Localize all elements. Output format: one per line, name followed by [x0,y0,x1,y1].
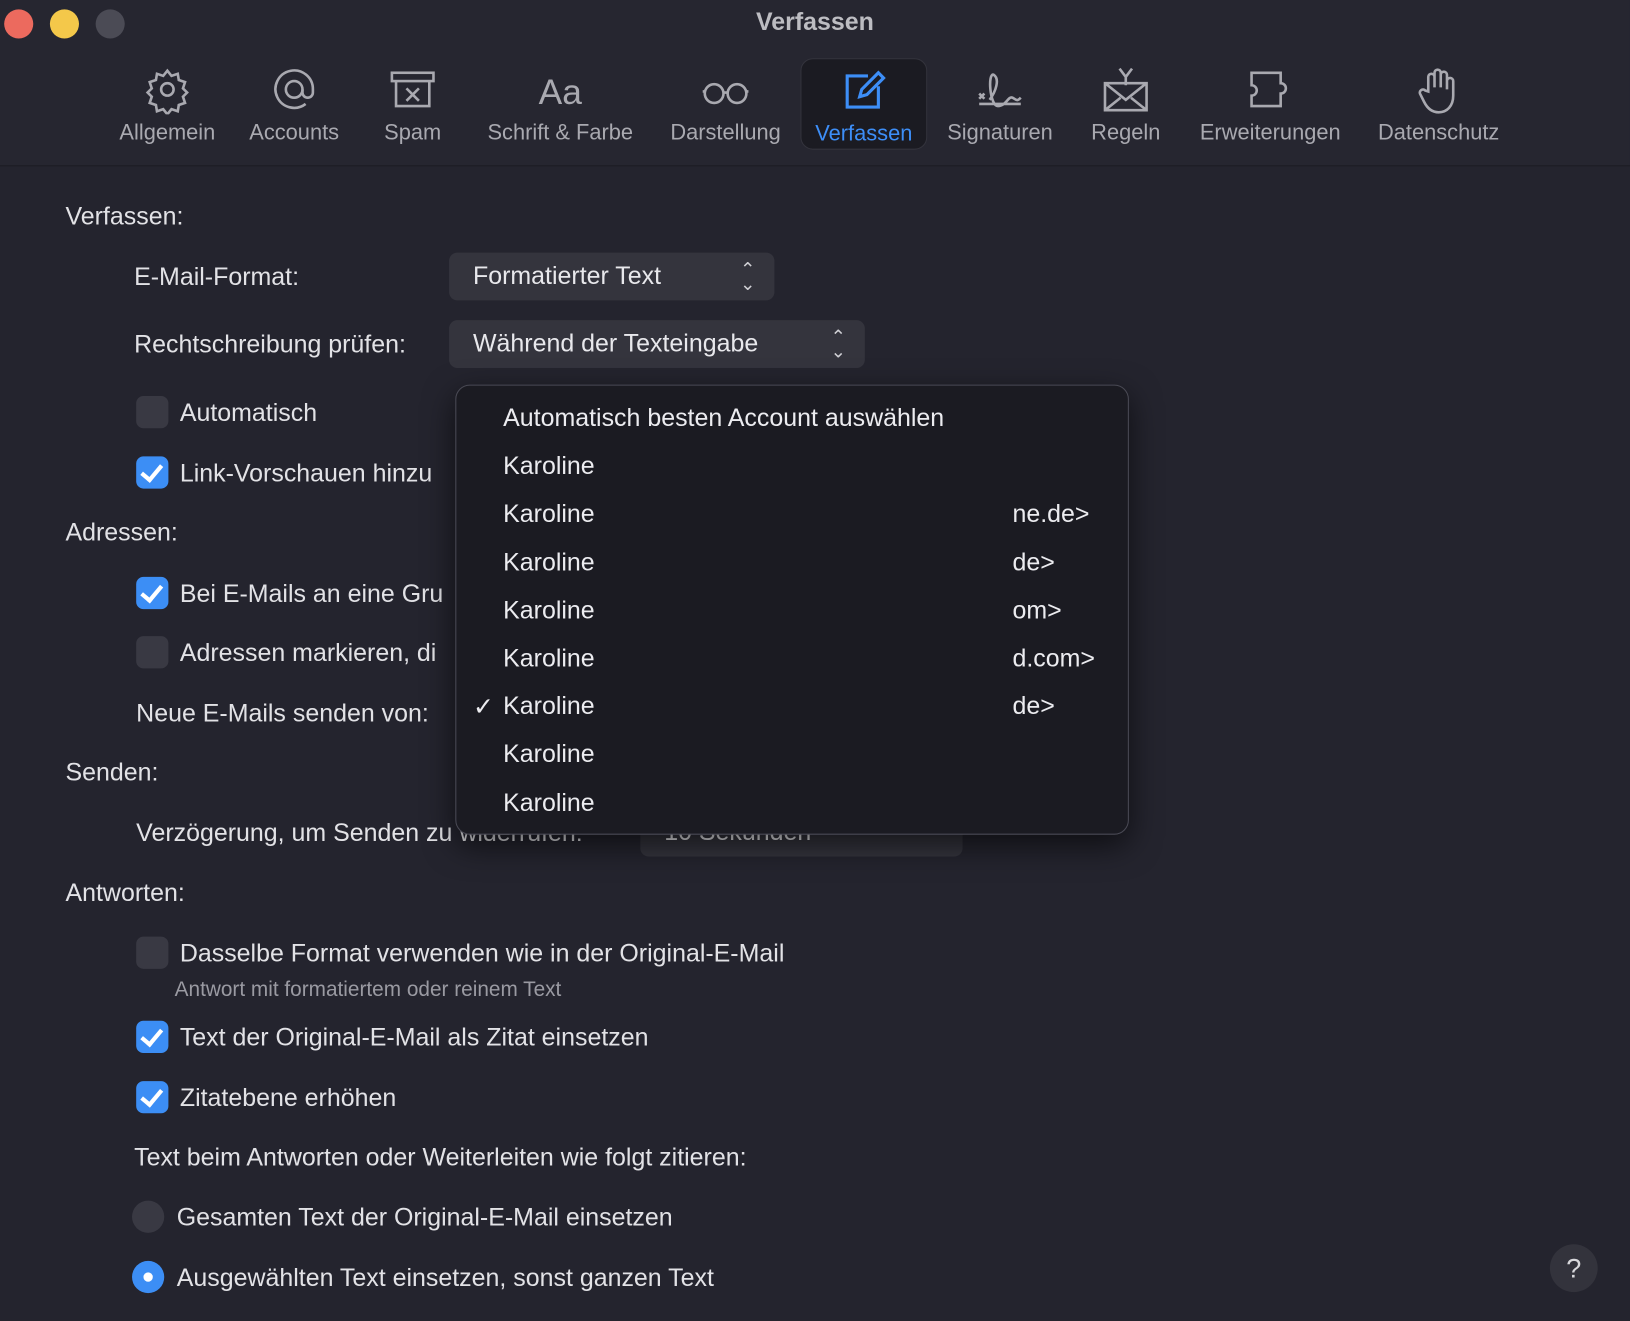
chevron-updown-icon: ⌃ ⌄ [830,326,847,362]
menu-item-name: Karoline [503,644,595,673]
menu-item[interactable]: Karoline d.com> [456,638,1128,680]
tab-schrift-farbe[interactable]: Aa Schrift & Farbe [476,58,644,149]
hand-icon [1418,68,1455,114]
quote-mode-label: Text beim Antworten oder Weiterleiten wi… [134,1143,747,1172]
at-icon [274,69,315,110]
menu-item-address: om> [1012,596,1062,625]
same-format-checkbox[interactable] [136,936,169,969]
menu-item[interactable]: Karoline [456,734,1128,776]
font-icon: Aa [539,73,583,112]
automatic-label: Automatisch [179,399,318,428]
increase-quote-level-label: Zitatebene erhöhen [179,1084,397,1113]
tab-darstellung[interactable]: Darstellung [661,58,790,149]
tab-allgemein[interactable]: Allgemein [108,58,227,149]
menu-item-address: de> [1012,692,1055,721]
tab-label: Signaturen [947,120,1053,145]
quote-original-checkbox[interactable] [136,1020,169,1054]
gear-icon [145,68,189,115]
send-from-menu: Automatisch besten Account auswählen Karo… [455,384,1129,835]
email-format-value: Formatierter Text [472,261,662,291]
same-format-hint: Antwort mit formatiertem oder reinem Tex… [174,978,562,1002]
tab-label: Allgemein [119,120,216,145]
menu-item[interactable]: Karoline [456,782,1128,824]
menu-item[interactable]: Automatisch besten Account auswählen [456,398,1128,440]
automatic-checkbox[interactable] [136,396,169,429]
menu-item-name: Karoline [503,788,595,817]
group-email-label: Bei E-Mails an eine Gru [179,580,444,609]
quote-all-label: Gesamten Text der Original-E-Mail einset… [176,1203,673,1232]
email-format-select[interactable]: Formatierter Text ⌃ ⌄ [449,252,775,301]
signature-icon [978,73,1022,108]
same-format-label: Dasselbe Format verwenden wie in der Ori… [179,939,785,968]
tab-label: Darstellung [670,120,781,145]
tab-spam[interactable]: Spam [366,58,460,149]
link-previews-label: Link-Vorschauen hinzu [179,459,433,488]
send-from-label: Neue E-Mails senden von: [136,699,429,728]
glasses-icon [702,82,749,105]
menu-item[interactable]: Karoline om> [456,590,1128,632]
compose-icon [845,70,886,109]
help-button[interactable]: ? [1549,1244,1598,1293]
menu-item-name: Automatisch besten Account auswählen [503,404,945,433]
tab-erweiterungen[interactable]: Erweiterungen [1189,58,1351,149]
increase-quote-level-checkbox[interactable] [136,1081,169,1114]
link-previews-checkbox[interactable] [136,456,169,489]
tab-signaturen[interactable]: Signaturen [938,58,1063,149]
toolbar: Verfassen Allgemein Accounts Spam Aa Sch… [0,0,1630,167]
puzzle-icon [1250,71,1288,108]
tab-label: Verfassen [815,121,913,146]
section-heading-verfassen: Verfassen: [65,202,184,231]
junk-bin-icon [390,71,435,108]
tab-label: Erweiterungen [1199,120,1341,145]
tab-label: Datenschutz [1377,120,1500,145]
tab-label: Schrift & Farbe [487,120,634,145]
rules-envelope-icon [1103,67,1148,112]
tab-label: Regeln [1091,120,1161,145]
menu-item-name: Karoline [503,740,595,769]
svg-text:Aa: Aa [539,73,583,112]
tab-datenschutz[interactable]: Datenschutz [1368,58,1509,149]
tab-label: Accounts [249,120,340,145]
menu-item-address: d.com> [1012,644,1095,673]
quote-original-label: Text der Original-E-Mail als Zitat einse… [179,1023,649,1052]
menu-item[interactable]: Karoline [456,446,1128,488]
quote-selected-label: Ausgewählten Text einsetzen, sonst ganze… [176,1264,714,1293]
menu-item-name: Karoline [503,596,595,625]
menu-item-name: Karoline [503,692,595,721]
section-heading-senden: Senden: [65,758,159,787]
spellcheck-select[interactable]: Während der Texteingabe ⌃ ⌄ [449,320,865,368]
quote-all-radio[interactable] [132,1200,165,1233]
mark-addresses-checkbox[interactable] [136,636,169,669]
tab-label: Spam [384,120,442,145]
menu-item-name: Karoline [503,452,595,481]
tab-accounts[interactable]: Accounts [237,58,351,149]
tab-regeln[interactable]: Regeln [1081,58,1170,149]
menu-item[interactable]: ✓ Karoline de> [456,686,1128,728]
preferences-window: Verfassen Allgemein Accounts Spam Aa Sch… [0,0,1630,1321]
menu-item-address: de> [1012,548,1055,577]
spellcheck-label: Rechtschreibung prüfen: [134,330,406,359]
menu-item-address: ne.de> [1012,500,1090,529]
checkmark-icon: ✓ [472,693,494,722]
tab-verfassen[interactable]: Verfassen [800,58,928,150]
spellcheck-value: Während der Texteingabe [472,329,759,358]
window-title: Verfassen [756,8,874,37]
menu-item[interactable]: Karoline ne.de> [456,494,1128,536]
section-heading-antworten: Antworten: [65,879,185,908]
quote-selected-radio[interactable] [132,1260,165,1294]
section-heading-adressen: Adressen: [65,518,178,547]
menu-item-name: Karoline [503,500,595,529]
email-format-label: E-Mail-Format: [134,262,300,292]
chevron-updown-icon: ⌃ ⌄ [740,258,756,295]
menu-item[interactable]: Karoline de> [456,542,1128,584]
mark-addresses-label: Adressen markieren, di [179,639,437,668]
menu-item-name: Karoline [503,548,595,577]
group-email-checkbox[interactable] [136,576,169,610]
